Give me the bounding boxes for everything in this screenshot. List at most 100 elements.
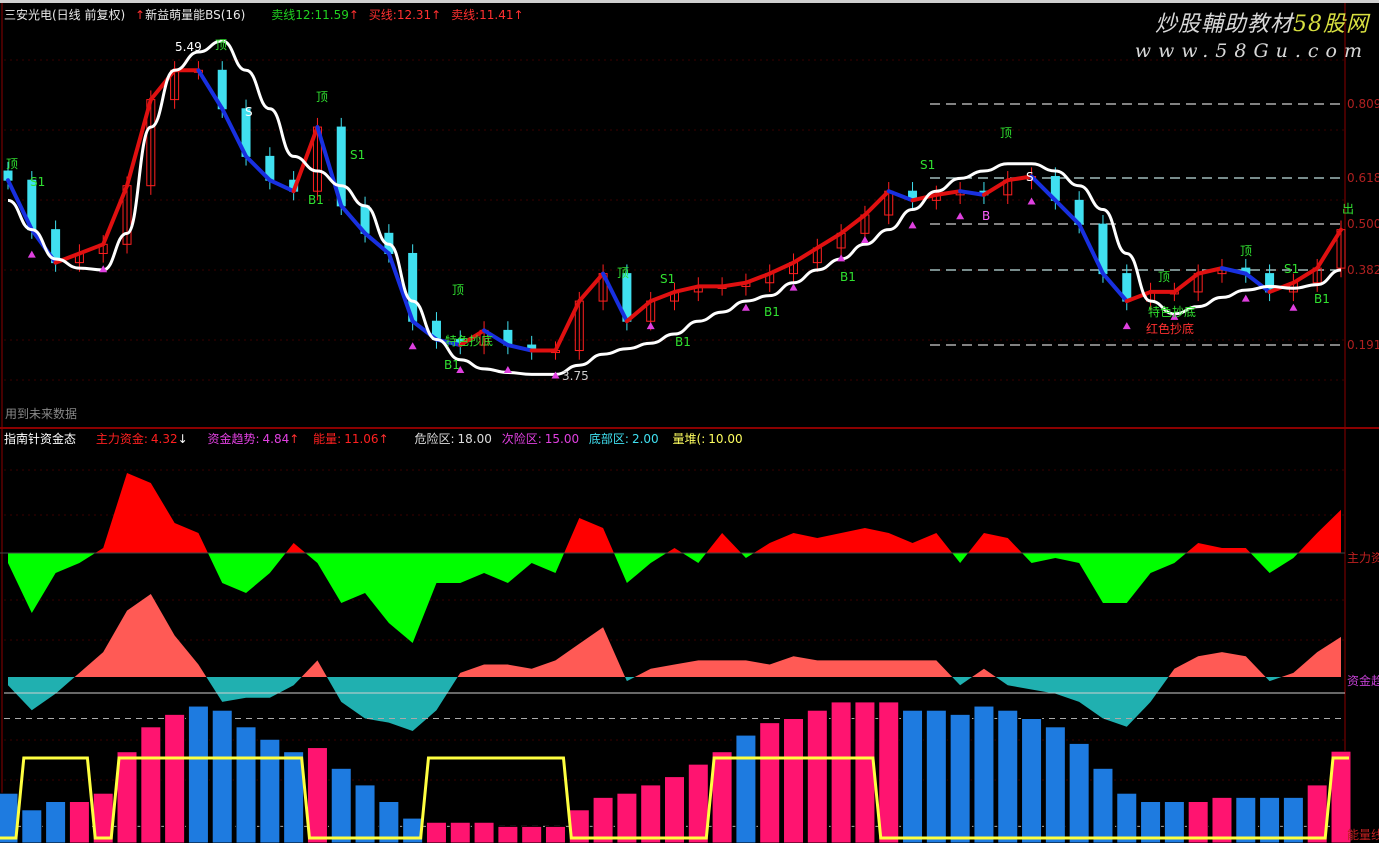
fib-label: 0.500 — [1347, 217, 1379, 231]
fib-label: 0.382 — [1347, 263, 1379, 277]
energy-bar — [902, 709, 924, 843]
watermark-text: 炒股輔助教材 — [1154, 12, 1293, 37]
signal-buy: B1 — [840, 270, 856, 284]
signal-buy: B1 — [1314, 292, 1330, 306]
triangle-marker — [1122, 322, 1131, 330]
main-header: 三安光电(日线 前复权) ↑新益萌量能BS(16) 卖线12:11.59↑ 买线… — [4, 6, 530, 23]
signal-top: 顶 — [1240, 244, 1253, 258]
energy-bar — [1021, 718, 1043, 843]
signal-top: 顶 — [316, 90, 329, 104]
energy-bar — [521, 825, 543, 843]
energy-bar — [1092, 767, 1114, 843]
signal-buy: B1 — [764, 305, 780, 319]
energy-bar — [1068, 742, 1090, 843]
main-fund-label: 主力资金: — [95, 432, 148, 446]
signal-top: 顶 — [617, 266, 630, 280]
main-fund-axis-label: 主力资金 — [1347, 551, 1379, 565]
signal-top: 顶 — [1158, 270, 1171, 284]
energy-bar — [711, 751, 733, 843]
triangle-marker — [1241, 294, 1250, 302]
energy-bar — [997, 709, 1019, 843]
energy-bar — [1282, 796, 1304, 843]
triangle-marker — [503, 366, 512, 374]
signal-top: 顶 — [452, 283, 465, 297]
energy-bar — [449, 821, 471, 843]
signal-top: 顶 — [1000, 126, 1013, 140]
energy-bar — [259, 738, 281, 843]
high-label: 5.49 — [175, 40, 202, 54]
energy-bar — [925, 709, 947, 843]
stock-title: 三安光电(日线 前复权) — [4, 8, 126, 22]
fib-label: 0.809 — [1347, 97, 1379, 111]
signal-sell: S1 — [1284, 262, 1300, 276]
danger-value: 18.00 — [457, 432, 492, 446]
triangle-marker — [741, 303, 750, 311]
energy-bar — [830, 701, 852, 843]
up-arrow-icon: ↑ — [289, 432, 300, 446]
volume-label: 量堆(: — [672, 432, 706, 446]
signal-sell: S1 — [660, 272, 676, 286]
energy-bar — [640, 784, 662, 843]
triangle-marker — [908, 221, 917, 229]
bottom-value: 2.00 — [631, 432, 659, 446]
energy-bar — [354, 784, 376, 843]
up-arrow-icon: ↑ — [513, 8, 524, 22]
watermark-url: www.58Gu.com — [1134, 40, 1369, 62]
triangle-marker — [789, 283, 798, 291]
energy-bar — [806, 709, 828, 843]
future-data-note: 用到未来数据 — [5, 407, 78, 421]
energy-bar — [1259, 796, 1281, 843]
up-arrow-icon: ↑ — [135, 8, 146, 22]
energy-bar — [687, 763, 709, 843]
energy-bar — [497, 825, 519, 843]
bottom-label: 底部区: — [588, 432, 629, 446]
energy-bar — [283, 751, 305, 843]
triangle-marker — [27, 250, 36, 258]
energy-bar — [330, 767, 352, 843]
triangle-marker — [860, 236, 869, 243]
main-fund-value: 4.32 — [150, 432, 178, 446]
energy-bar — [949, 713, 971, 843]
signal-buy: B1 — [444, 358, 460, 372]
line2-value: 12.31 — [396, 8, 432, 22]
energy-bar — [973, 705, 995, 843]
energy-bar — [187, 705, 209, 843]
energy-bar — [140, 726, 162, 843]
line3-value: 11.41 — [479, 8, 514, 22]
stock-chart[interactable] — [0, 0, 1379, 843]
ma-line — [7, 39, 1342, 376]
sub-danger-value: 15.00 — [544, 432, 580, 446]
energy-bar — [164, 713, 186, 843]
energy-bar — [211, 709, 233, 843]
trend-label: 资金趋势: — [207, 432, 260, 446]
trend-axis-label: 资金趋势 — [1347, 674, 1379, 688]
watermark-brand: 58股网 — [1293, 12, 1369, 37]
energy-bar — [616, 792, 638, 843]
main-fund-negative-area — [8, 553, 1341, 643]
fib-levels — [930, 103, 1340, 346]
signal-red-bottom: 红色抄底 — [1146, 322, 1195, 336]
energy-bar — [68, 801, 90, 843]
triangle-marker — [1289, 303, 1298, 311]
energy-bars — [0, 701, 1352, 843]
energy-bar — [21, 809, 43, 843]
energy-bar — [592, 796, 614, 843]
window-top-strip — [0, 0, 1379, 3]
energy-bar — [1235, 796, 1257, 843]
candles — [3, 61, 1346, 360]
low-label: 3.75 — [562, 369, 589, 383]
down-arrow-icon: ↓ — [177, 432, 188, 446]
up-arrow-icon: ↑ — [348, 8, 359, 22]
signal-top: 顶 — [215, 38, 228, 52]
triangle-marker — [408, 342, 417, 350]
energy-bar — [878, 701, 900, 843]
signal-special-bottom: 特色抄底 — [445, 334, 494, 348]
energy-bar — [306, 747, 328, 843]
signal-b: B — [982, 209, 991, 223]
sub-title: 指南针资金态 — [4, 432, 77, 446]
sub-header: 指南针资金态 主力资金: 4.32↓ 资金趋势: 4.84↑ 能量: 11.06↑ 危… — [4, 430, 749, 447]
triangle-marker — [646, 322, 655, 330]
signal-sell: S1 — [920, 158, 936, 172]
energy-bar — [45, 801, 67, 843]
energy-bar — [1044, 726, 1066, 843]
